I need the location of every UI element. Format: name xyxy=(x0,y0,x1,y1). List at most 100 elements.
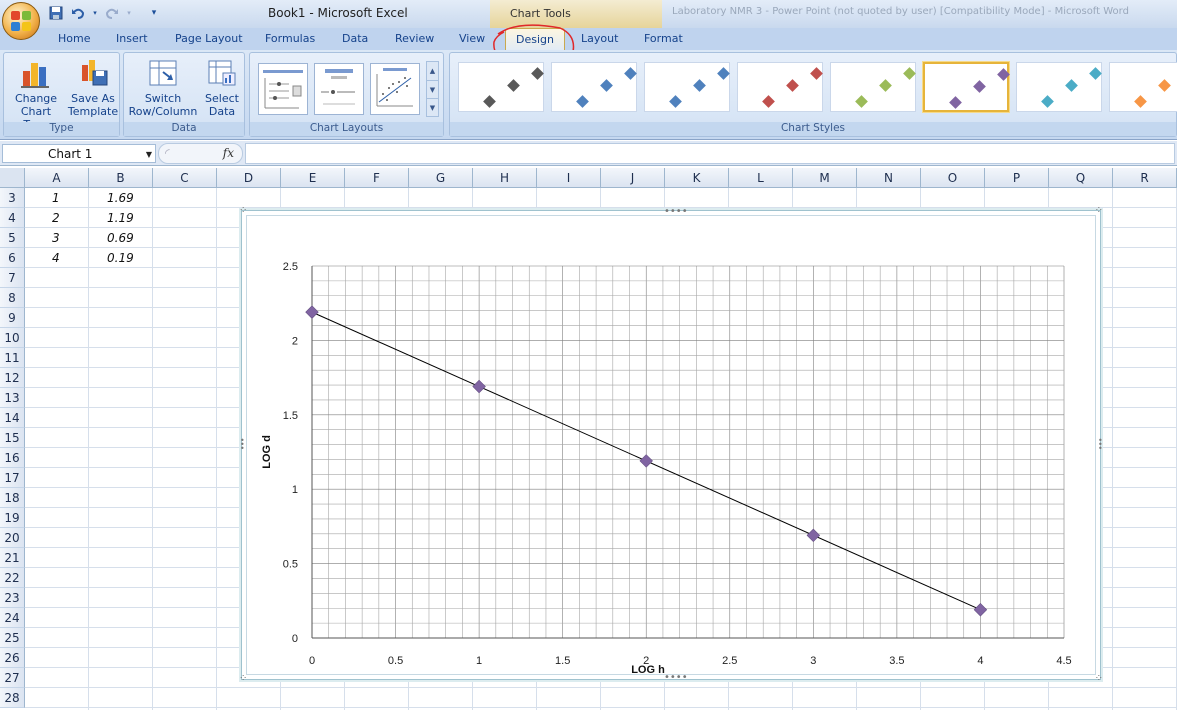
chart-style-8[interactable] xyxy=(1109,62,1177,112)
row-header-26[interactable]: 26 xyxy=(0,648,25,668)
row-header-16[interactable]: 16 xyxy=(0,448,25,468)
layouts-scroll[interactable]: ▲ ▼ ▼ xyxy=(426,61,439,117)
row-header-3[interactable]: 3 xyxy=(0,188,25,208)
cell-a5[interactable]: 3 xyxy=(52,231,60,245)
row-header-19[interactable]: 19 xyxy=(0,508,25,528)
column-header-i[interactable]: I xyxy=(537,168,601,188)
column-header-e[interactable]: E xyxy=(281,168,345,188)
style-marker-icon xyxy=(624,67,637,80)
chart-layout-3[interactable] xyxy=(370,63,420,115)
column-header-b[interactable]: B xyxy=(89,168,153,188)
tab-insert[interactable]: Insert xyxy=(116,32,148,45)
column-header-r[interactable]: R xyxy=(1113,168,1177,188)
tab-view[interactable]: View xyxy=(459,32,485,45)
office-logo-icon xyxy=(11,11,31,31)
chart-style-7[interactable] xyxy=(1016,62,1102,112)
row-header-13[interactable]: 13 xyxy=(0,388,25,408)
column-header-h[interactable]: H xyxy=(473,168,537,188)
column-header-d[interactable]: D xyxy=(217,168,281,188)
select-data-button[interactable]: Select Data xyxy=(201,57,243,118)
layouts-more-icon[interactable]: ▼ xyxy=(427,98,438,116)
row-header-9[interactable]: 9 xyxy=(0,308,25,328)
x-tick-label: 2.5 xyxy=(722,655,737,667)
cell-a3[interactable]: 1 xyxy=(52,191,60,205)
row-header-17[interactable]: 17 xyxy=(0,468,25,488)
layouts-scroll-down-icon[interactable]: ▼ xyxy=(427,80,438,98)
tab-home[interactable]: Home xyxy=(58,32,90,45)
tab-formulas[interactable]: Formulas xyxy=(265,32,315,45)
chart-object[interactable]: •••• •••• • • • • • • ⁘ ⁘ ⁘ ⁘ 0 0.5 1 1.5 2 2.5 3 3… xyxy=(239,206,1103,684)
column-header-a[interactable]: A xyxy=(25,168,89,188)
row-header-23[interactable]: 23 xyxy=(0,588,25,608)
column-header-q[interactable]: Q xyxy=(1049,168,1113,188)
customize-icon[interactable]: ▾ xyxy=(146,5,162,21)
redo-dropdown-icon[interactable]: ▾ xyxy=(126,5,132,21)
chart-style-1[interactable] xyxy=(458,62,544,112)
chart-style-2[interactable] xyxy=(551,62,637,112)
column-header-m[interactable]: M xyxy=(793,168,857,188)
column-header-l[interactable]: L xyxy=(729,168,793,188)
row-header-7[interactable]: 7 xyxy=(0,268,25,288)
row-header-18[interactable]: 18 xyxy=(0,488,25,508)
row-header-14[interactable]: 14 xyxy=(0,408,25,428)
tab-page-layout[interactable]: Page Layout xyxy=(175,32,243,45)
row-header-27[interactable]: 27 xyxy=(0,668,25,688)
column-header-g[interactable]: G xyxy=(409,168,473,188)
row-header-5[interactable]: 5 xyxy=(0,228,25,248)
chart-style-5[interactable] xyxy=(830,62,916,112)
row-gridline xyxy=(25,687,1177,688)
cell-a4[interactable]: 2 xyxy=(52,211,60,225)
row-header-8[interactable]: 8 xyxy=(0,288,25,308)
tab-review[interactable]: Review xyxy=(395,32,434,45)
chart-style-4[interactable] xyxy=(737,62,823,112)
column-header-k[interactable]: K xyxy=(665,168,729,188)
undo-icon[interactable] xyxy=(70,5,86,21)
cell-b6[interactable]: 0.19 xyxy=(107,251,134,265)
layouts-scroll-up-icon[interactable]: ▲ xyxy=(427,62,438,80)
save-icon[interactable] xyxy=(48,5,64,21)
column-header-f[interactable]: F xyxy=(345,168,409,188)
cell-b3[interactable]: 1.69 xyxy=(107,191,134,205)
redo-icon[interactable] xyxy=(104,5,120,21)
row-header-11[interactable]: 11 xyxy=(0,348,25,368)
style-marker-icon xyxy=(531,67,544,80)
row-header-28[interactable]: 28 xyxy=(0,688,25,708)
row-header-24[interactable]: 24 xyxy=(0,608,25,628)
x-axis-title: LOG h xyxy=(631,664,665,676)
tab-format[interactable]: Format xyxy=(644,32,683,45)
select-all-corner[interactable] xyxy=(0,168,25,188)
undo-dropdown-icon[interactable]: ▾ xyxy=(92,5,98,21)
chart-layout-2[interactable] xyxy=(314,63,364,115)
name-box-dropdown-icon[interactable]: ▼ xyxy=(146,150,152,159)
tab-data[interactable]: Data xyxy=(342,32,368,45)
name-box[interactable]: Chart 1 ▼ xyxy=(2,144,156,163)
row-header-10[interactable]: 10 xyxy=(0,328,25,348)
row-header-6[interactable]: 6 xyxy=(0,248,25,268)
column-header-n[interactable]: N xyxy=(857,168,921,188)
insert-function-button[interactable]: fx xyxy=(223,146,234,160)
column-header-o[interactable]: O xyxy=(921,168,985,188)
formula-input[interactable] xyxy=(245,143,1175,164)
tab-layout[interactable]: Layout xyxy=(581,32,618,45)
row-header-25[interactable]: 25 xyxy=(0,628,25,648)
change-chart-type-button[interactable]: Change Chart Type xyxy=(7,57,65,131)
office-button[interactable] xyxy=(2,2,40,40)
cell-b4[interactable]: 1.19 xyxy=(107,211,134,225)
row-header-20[interactable]: 20 xyxy=(0,528,25,548)
chart-style-6[interactable] xyxy=(923,62,1010,112)
cell-b5[interactable]: 0.69 xyxy=(107,231,134,245)
column-header-j[interactable]: J xyxy=(601,168,665,188)
row-header-21[interactable]: 21 xyxy=(0,548,25,568)
row-header-15[interactable]: 15 xyxy=(0,428,25,448)
chart-layout-1[interactable] xyxy=(258,63,308,115)
switch-row-column-button[interactable]: Switch Row/Column xyxy=(127,57,199,118)
chart-style-3[interactable] xyxy=(644,62,730,112)
row-header-12[interactable]: 12 xyxy=(0,368,25,388)
style-marker-icon xyxy=(1041,95,1054,108)
save-as-template-button[interactable]: Save As Template xyxy=(66,57,120,118)
row-header-4[interactable]: 4 xyxy=(0,208,25,228)
cell-a6[interactable]: 4 xyxy=(52,251,60,265)
row-header-22[interactable]: 22 xyxy=(0,568,25,588)
column-header-p[interactable]: P xyxy=(985,168,1049,188)
column-header-c[interactable]: C xyxy=(153,168,217,188)
